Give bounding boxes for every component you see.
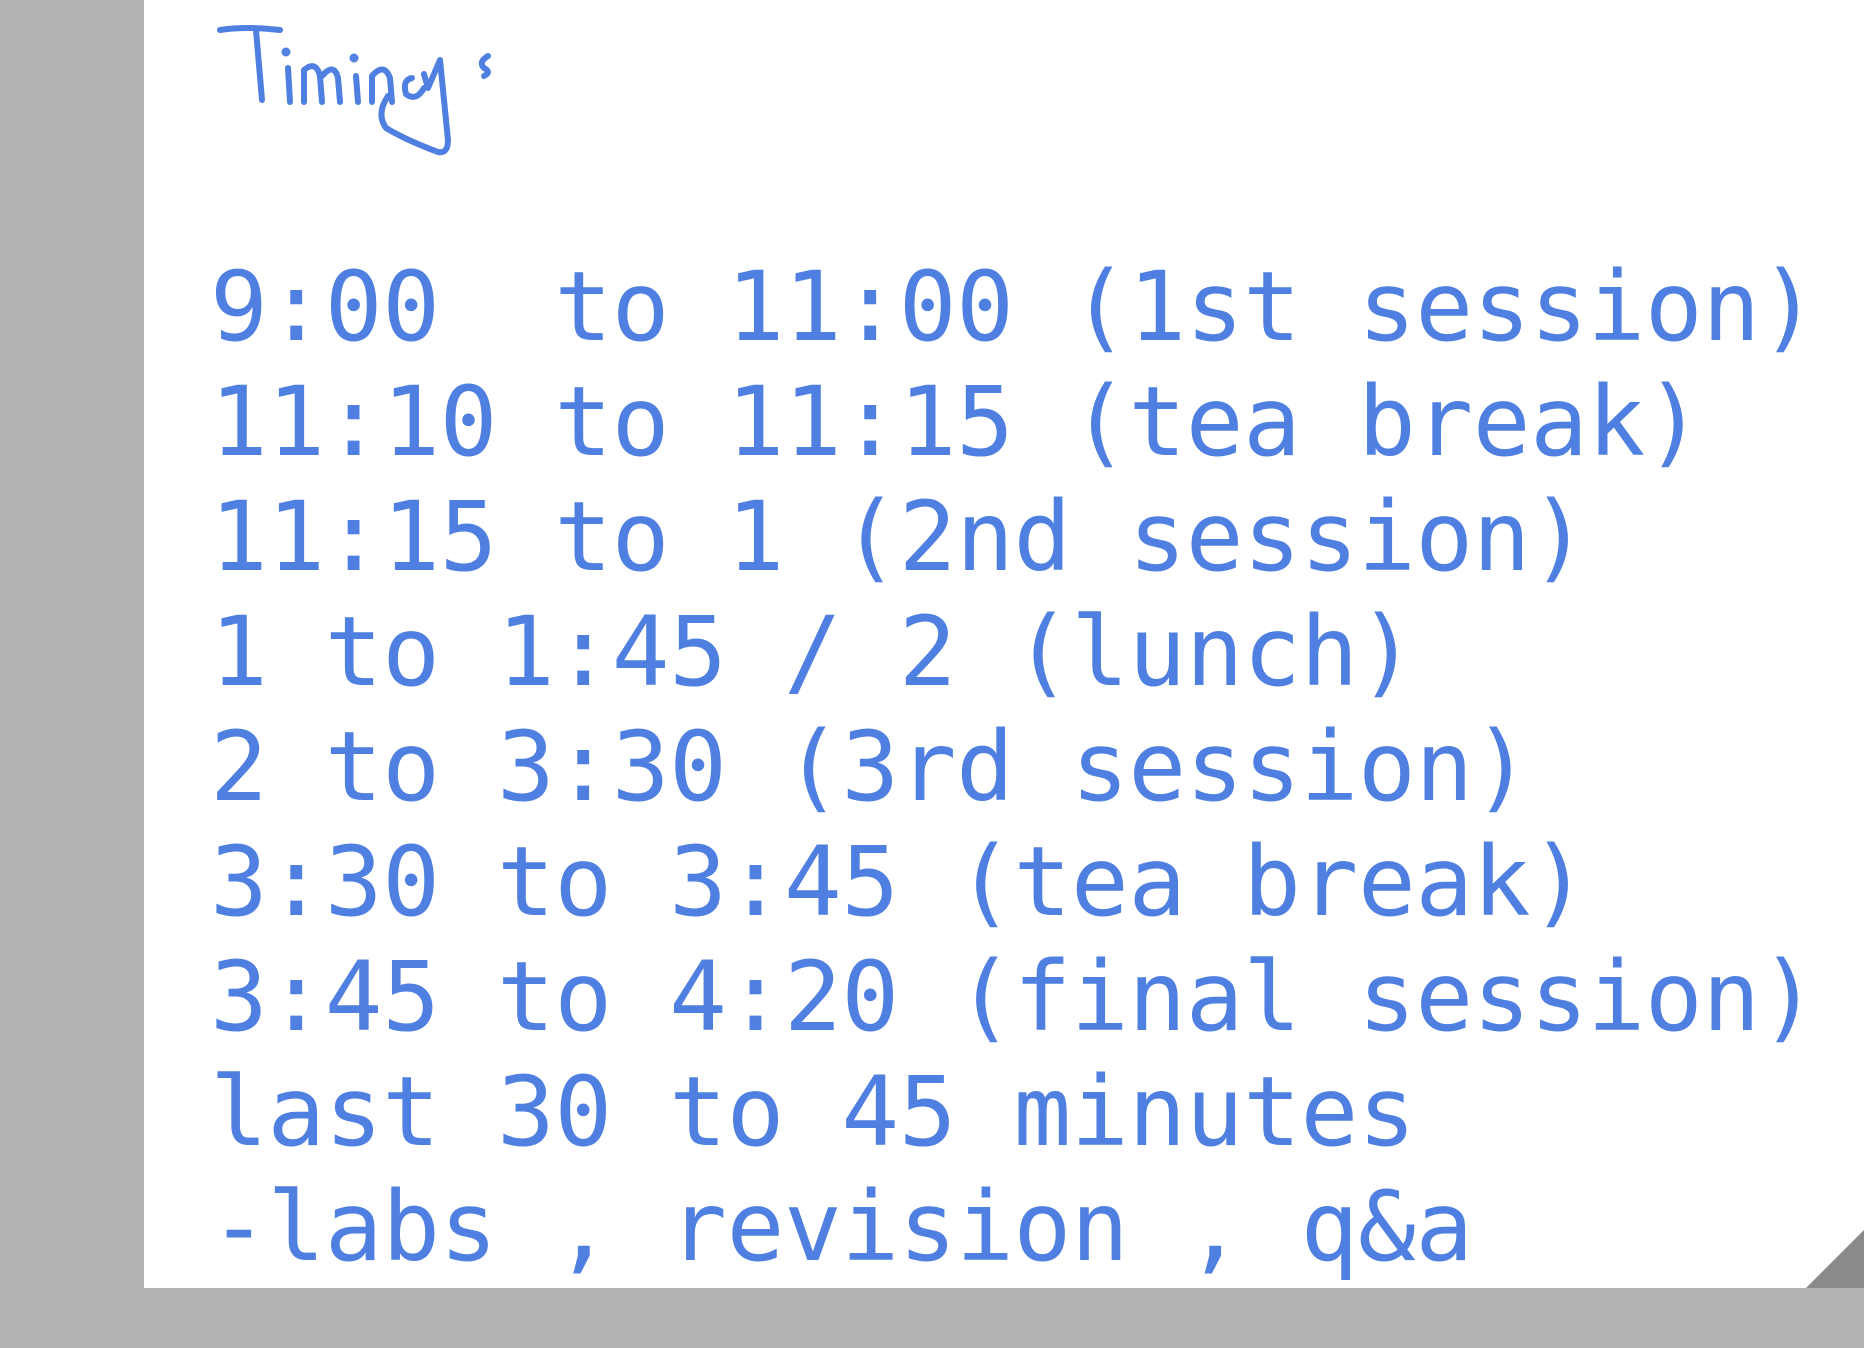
schedule-line: last 30 to 45 minutes xyxy=(210,1056,1416,1168)
schedule-line: 2 to 3:30 (3rd session) xyxy=(210,711,1531,823)
schedule-line: -labs , revision , q&a xyxy=(210,1171,1473,1283)
handwritten-heading: Timings xyxy=(216,18,556,218)
app-canvas: Timings xyxy=(0,0,1864,1348)
schedule-line: 1 to 1:45 / 2 (lunch) xyxy=(210,596,1416,708)
schedule-line: 3:45 to 4:20 (final session) xyxy=(210,941,1818,1053)
handwriting-drawing xyxy=(217,25,491,156)
schedule-line: 3:30 to 3:45 (tea break) xyxy=(210,826,1588,938)
schedule-line: 9:00 to 11:00 (1st session) xyxy=(210,251,1818,363)
schedule-list: 9:00 to 11:00 (1st session) 11:10 to 11:… xyxy=(210,250,1818,1285)
schedule-line: 11:15 to 1 (2nd session) xyxy=(210,481,1588,593)
schedule-line: 11:10 to 11:15 (tea break) xyxy=(210,366,1703,478)
